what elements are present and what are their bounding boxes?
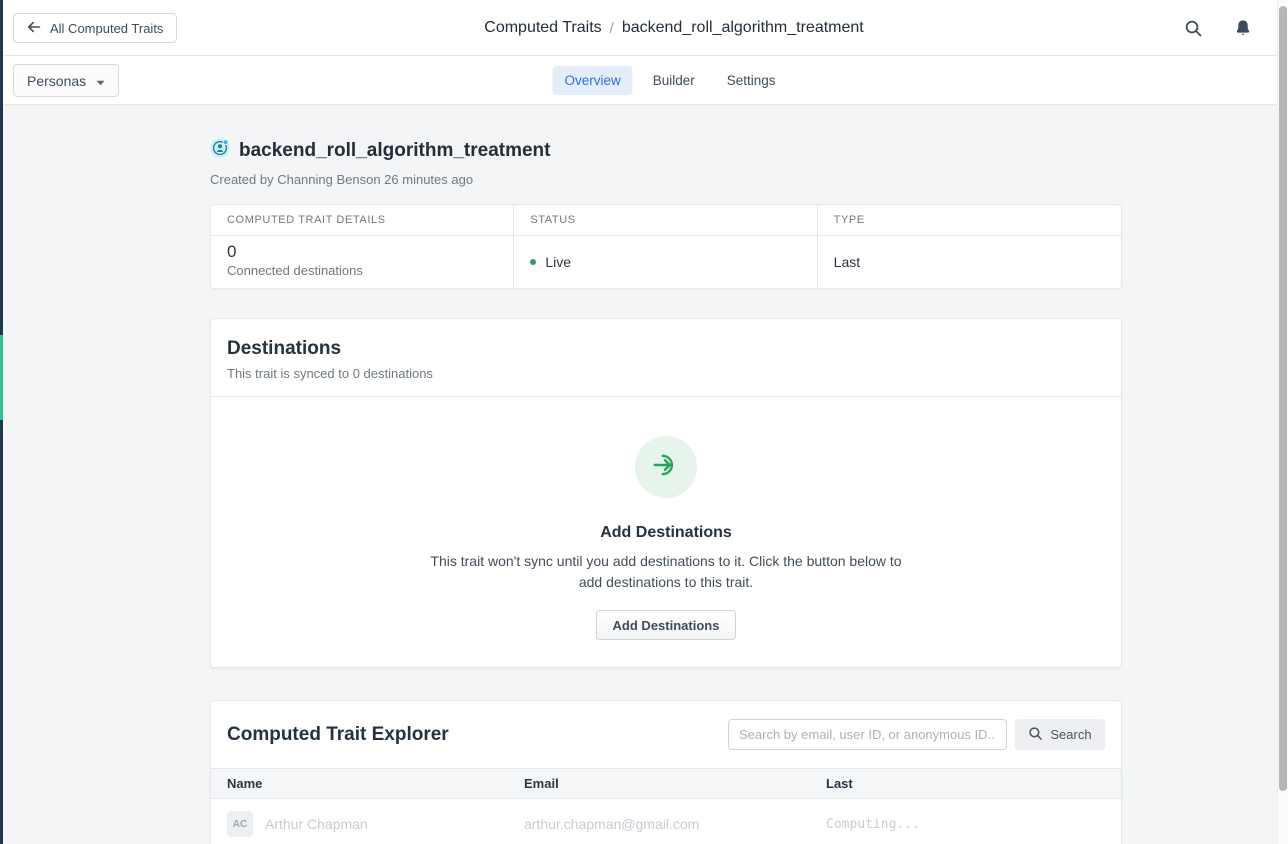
column-header-name: Name (227, 776, 524, 791)
arrow-into-circle-icon (651, 450, 681, 485)
secondary-nav-bar: Personas Overview Builder Settings (3, 56, 1277, 105)
status-header: STATUS (514, 205, 816, 236)
page-scrollbar-thumb[interactable] (1279, 6, 1287, 791)
column-header-email: Email (524, 776, 826, 791)
empty-state-heading: Add Destinations (211, 524, 1121, 542)
row-email: arthur.chapman@gmail.com (524, 816, 826, 832)
back-arrow-icon (27, 21, 41, 36)
collapsed-sidebar-bar[interactable] (0, 0, 3, 844)
live-status-dot-icon (530, 259, 536, 265)
personas-dropdown-label: Personas (27, 73, 86, 89)
top-bar: All Computed Traits Computed Traits / ba… (3, 0, 1277, 56)
destinations-card-header: Destinations This trait is synced to 0 d… (211, 319, 1121, 397)
trait-header: backend_roll_algorithm_treatment (210, 138, 1122, 163)
explorer-header: Computed Trait Explorer Search (211, 701, 1121, 768)
main-content: backend_roll_algorithm_treatment Created… (210, 105, 1122, 844)
tab-builder[interactable]: Builder (641, 66, 707, 95)
avatar: AC (227, 811, 253, 837)
connected-destinations-count: 0 (227, 242, 497, 262)
destinations-title: Destinations (227, 338, 1105, 360)
explorer-search-button[interactable]: Search (1015, 719, 1105, 750)
add-destinations-button[interactable]: Add Destinations (596, 610, 737, 640)
row-last-value: Computing... (826, 817, 1121, 832)
status-column: STATUS Live (514, 205, 817, 288)
explorer-table-header: Name Email Last (211, 768, 1121, 799)
topbar-icon-group (1183, 0, 1253, 56)
column-header-last: Last (826, 776, 1121, 791)
notifications-bell-icon[interactable] (1233, 18, 1253, 38)
destinations-empty-state: Add Destinations This trait won't sync u… (211, 397, 1121, 667)
page-scrollbar-track[interactable] (1277, 0, 1288, 844)
type-column: TYPE Last (818, 205, 1121, 288)
add-destination-circle (635, 436, 697, 498)
empty-state-description: This trait won't sync until you add dest… (426, 551, 906, 593)
breadcrumb-current: backend_roll_algorithm_treatment (622, 19, 864, 37)
search-button-label: Search (1050, 727, 1091, 742)
explorer-title: Computed Trait Explorer (227, 724, 728, 746)
explorer-search-input[interactable] (728, 719, 1007, 750)
back-button-label: All Computed Traits (50, 21, 163, 36)
breadcrumb-separator: / (610, 20, 614, 37)
computed-trait-explorer-card: Computed Trait Explorer Search Name Emai… (210, 700, 1122, 844)
page-tabs: Overview Builder Settings (552, 56, 787, 105)
connected-destinations-label: Connected destinations (227, 263, 497, 278)
breadcrumb: Computed Traits / backend_roll_algorithm… (484, 0, 863, 56)
type-header: TYPE (818, 205, 1121, 236)
table-row[interactable]: AC Arthur Chapman arthur.chapman@gmail.c… (211, 799, 1121, 844)
chevron-down-icon (96, 73, 105, 89)
details-header: COMPUTED TRAIT DETAILS (211, 205, 513, 236)
type-value: Last (834, 254, 860, 270)
page-title: backend_roll_algorithm_treatment (239, 140, 550, 162)
computed-trait-icon (210, 138, 230, 163)
search-icon (1028, 726, 1043, 744)
app-window: All Computed Traits Computed Traits / ba… (0, 0, 1288, 844)
breadcrumb-parent-link[interactable]: Computed Traits (484, 19, 601, 37)
personas-workspace-dropdown[interactable]: Personas (13, 64, 119, 97)
trait-created-by: Created by Channing Benson 26 minutes ag… (210, 172, 1122, 187)
status-value: Live (545, 254, 571, 270)
row-name: Arthur Chapman (265, 816, 368, 832)
details-column: COMPUTED TRAIT DETAILS 0 Connected desti… (211, 205, 514, 288)
back-to-all-computed-traits-button[interactable]: All Computed Traits (13, 13, 177, 43)
tab-settings[interactable]: Settings (715, 66, 788, 95)
destinations-subtitle: This trait is synced to 0 destinations (227, 366, 1105, 381)
search-icon[interactable] (1183, 18, 1203, 38)
tab-overview[interactable]: Overview (552, 66, 632, 95)
trait-details-table: COMPUTED TRAIT DETAILS 0 Connected desti… (210, 204, 1122, 289)
destinations-card: Destinations This trait is synced to 0 d… (210, 318, 1122, 668)
sidebar-active-indicator (0, 335, 3, 420)
